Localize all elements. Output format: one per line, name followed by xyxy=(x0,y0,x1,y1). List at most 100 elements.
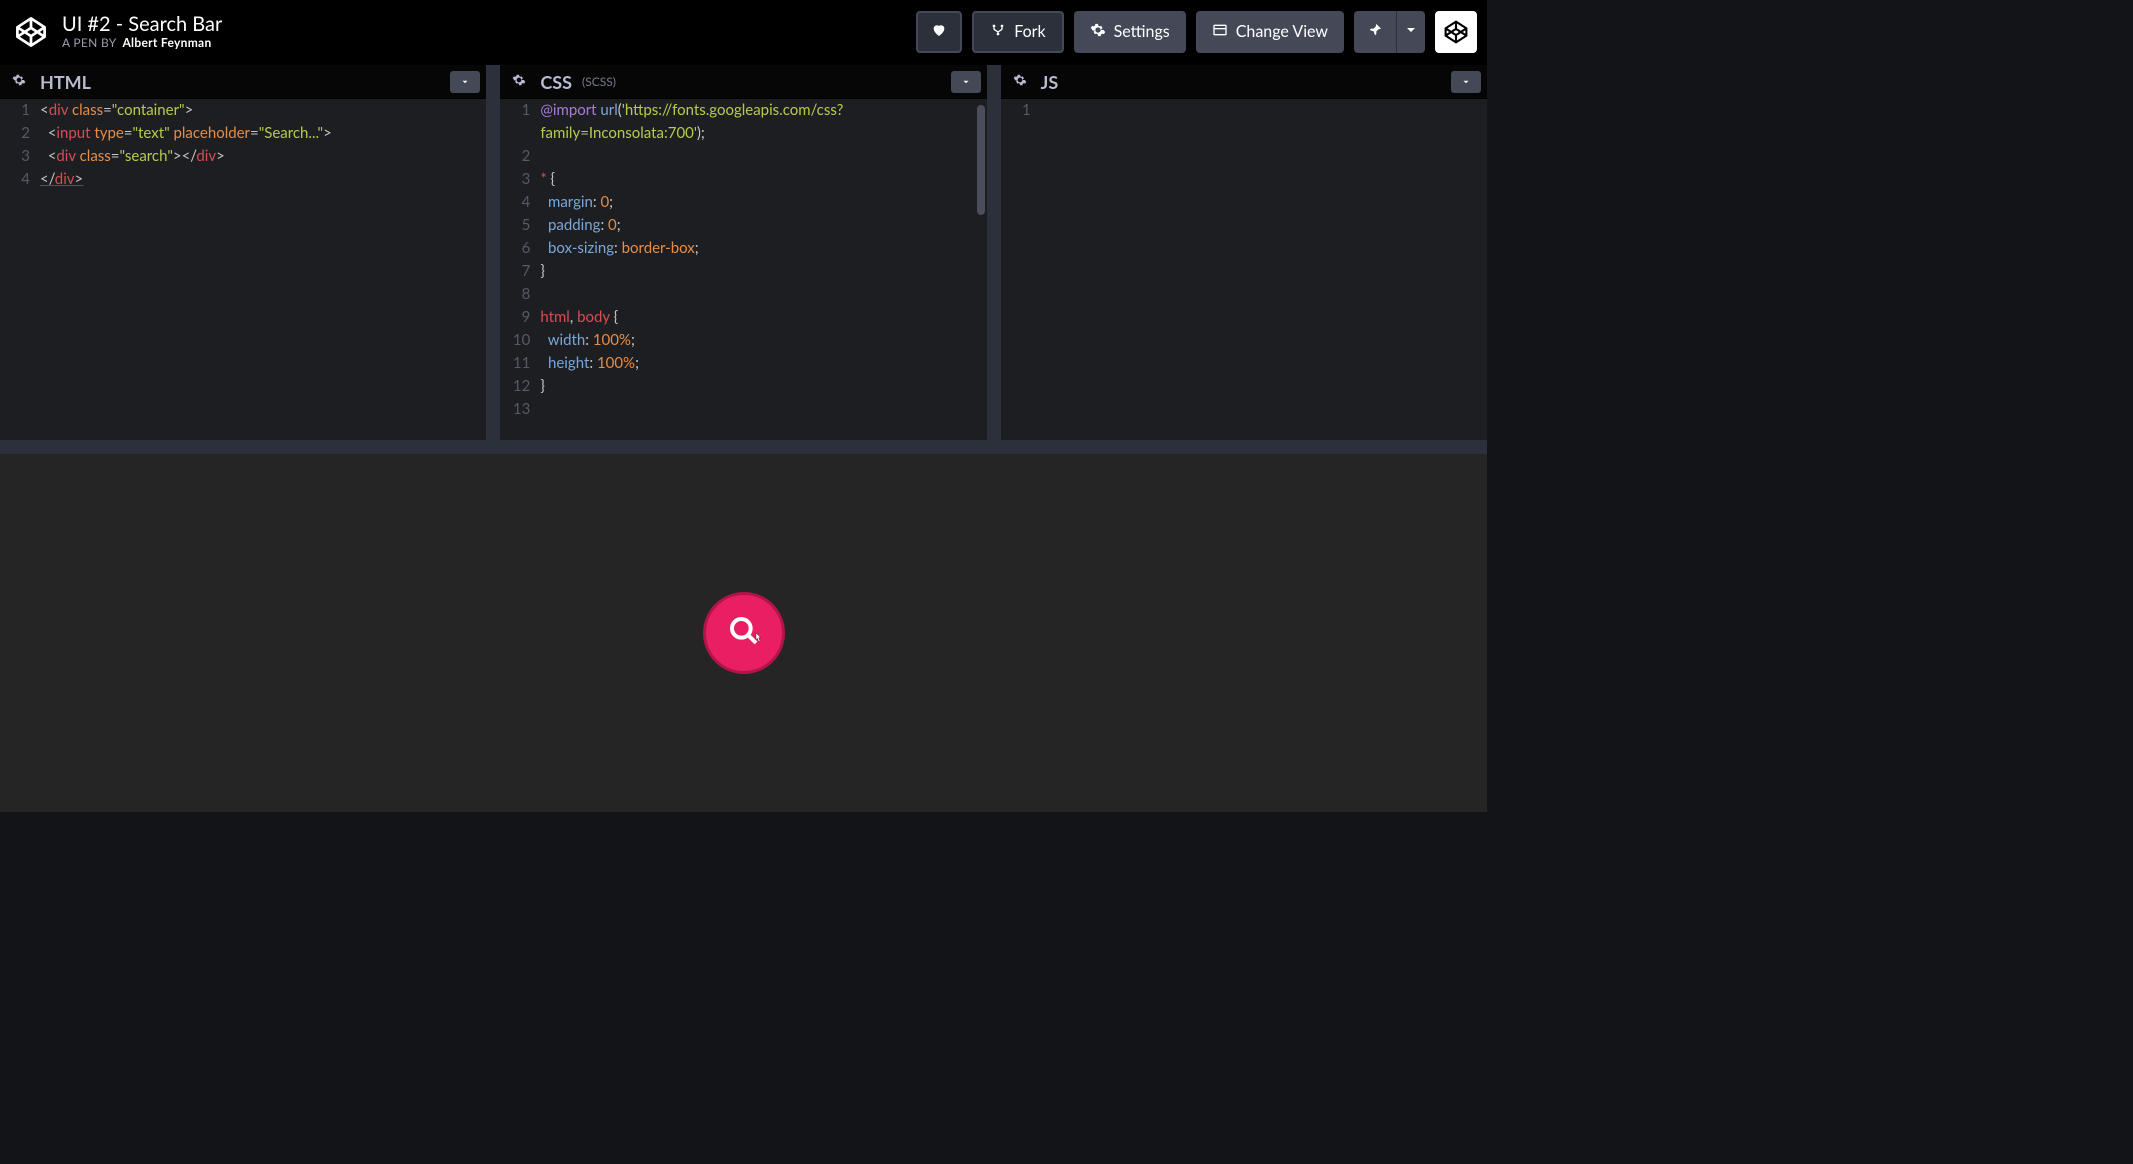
code-line[interactable]: 4 margin: 0; xyxy=(500,191,986,214)
cursor-pointer-icon xyxy=(750,631,766,647)
line-number: 6 xyxy=(500,237,540,260)
line-number xyxy=(500,122,540,145)
gear-icon xyxy=(1013,73,1027,90)
editor-js-title: JS xyxy=(1041,71,1059,93)
editor-html-title: HTML xyxy=(40,71,91,93)
code-line[interactable]: 1@import url('https://fonts.googleapis.c… xyxy=(500,99,986,122)
code-content[interactable]: } xyxy=(540,260,545,283)
line-number: 12 xyxy=(500,375,540,398)
line-number: 9 xyxy=(500,306,540,329)
line-number: 2 xyxy=(500,145,540,168)
code-line[interactable]: 13 xyxy=(500,398,986,421)
editor-css-code[interactable]: 1@import url('https://fonts.googleapis.c… xyxy=(500,99,986,440)
search-button[interactable] xyxy=(703,592,785,674)
editor-css-settings-button[interactable] xyxy=(506,69,532,95)
code-content[interactable]: box-sizing: border-box; xyxy=(540,237,698,260)
code-line[interactable]: 2 xyxy=(500,145,986,168)
code-content[interactable]: * { xyxy=(540,168,555,191)
code-line[interactable]: 12} xyxy=(500,375,986,398)
editor-html-code[interactable]: 1<div class="container">2 <input type="t… xyxy=(0,99,486,440)
editor-css-header: CSS (SCSS) xyxy=(500,65,986,99)
code-content[interactable]: family=Inconsolata:700'); xyxy=(540,122,705,145)
line-number: 4 xyxy=(500,191,540,214)
code-line[interactable]: 1 xyxy=(1001,99,1487,122)
editor-css-dropdown-button[interactable] xyxy=(951,71,981,93)
code-line[interactable]: 11 height: 100%; xyxy=(500,352,986,375)
line-number: 7 xyxy=(500,260,540,283)
code-content[interactable]: @import url('https://fonts.googleapis.co… xyxy=(540,99,843,122)
editor-html-header: HTML xyxy=(0,65,486,99)
code-line[interactable]: 9html, body { xyxy=(500,306,986,329)
code-line[interactable]: 4</div> xyxy=(0,168,486,191)
code-content[interactable]: padding: 0; xyxy=(540,214,620,237)
code-content[interactable]: } xyxy=(540,375,545,398)
profile-avatar[interactable] xyxy=(1435,11,1477,53)
code-content[interactable]: <div class="container"> xyxy=(40,99,193,122)
line-number: 11 xyxy=(500,352,540,375)
change-view-button[interactable]: Change View xyxy=(1196,11,1344,53)
code-content[interactable]: <div class="search"></div> xyxy=(40,145,225,168)
code-line[interactable]: 7} xyxy=(500,260,986,283)
code-content[interactable]: height: 100%; xyxy=(540,352,639,375)
editor-js: JS 1 xyxy=(1001,65,1487,440)
fork-button[interactable]: Fork xyxy=(972,11,1063,53)
editor-html-settings-button[interactable] xyxy=(6,69,32,95)
settings-button[interactable]: Settings xyxy=(1074,11,1186,53)
pen-title-block: UI #2 - Search Bar A PEN BY Albert Feynm… xyxy=(62,13,222,50)
editor-html-dropdown-button[interactable] xyxy=(450,71,480,93)
settings-label: Settings xyxy=(1114,22,1170,41)
editor-css-title: CSS xyxy=(540,71,572,93)
code-line[interactable]: 1<div class="container"> xyxy=(0,99,486,122)
line-number: 4 xyxy=(0,168,40,191)
codepen-logo-icon[interactable] xyxy=(14,15,48,49)
code-line[interactable]: 2 <input type="text" placeholder="Search… xyxy=(0,122,486,145)
line-number: 2 xyxy=(0,122,40,145)
pen-byline: A PEN BY Albert Feynman xyxy=(62,36,222,50)
line-number: 1 xyxy=(500,99,540,122)
pin-dropdown-button[interactable] xyxy=(1396,11,1425,53)
code-line[interactable]: family=Inconsolata:700'); xyxy=(500,122,986,145)
layout-icon xyxy=(1212,22,1228,42)
editor-css: CSS (SCSS) 1@import url('https://fonts.g… xyxy=(500,65,1000,440)
pin-button[interactable] xyxy=(1354,11,1396,53)
like-button[interactable] xyxy=(916,11,962,53)
chevron-down-icon xyxy=(1461,74,1471,90)
code-content[interactable]: width: 100%; xyxy=(540,329,635,352)
code-content[interactable]: <input type="text" placeholder="Search..… xyxy=(40,122,332,145)
code-line[interactable]: 10 width: 100%; xyxy=(500,329,986,352)
fork-label: Fork xyxy=(1014,22,1045,41)
editor-js-header: JS xyxy=(1001,65,1487,99)
code-content[interactable]: margin: 0; xyxy=(540,191,613,214)
line-number: 1 xyxy=(0,99,40,122)
byline-prefix: A PEN BY xyxy=(62,35,116,50)
editor-js-code[interactable]: 1 xyxy=(1001,99,1487,440)
heart-icon xyxy=(931,22,947,42)
code-content[interactable]: </div> xyxy=(40,168,83,191)
preview-pane xyxy=(0,440,1487,812)
code-line[interactable]: 6 box-sizing: border-box; xyxy=(500,237,986,260)
code-line[interactable]: 3* { xyxy=(500,168,986,191)
editor-css-subtitle: (SCSS) xyxy=(582,74,616,89)
code-line[interactable]: 8 xyxy=(500,283,986,306)
code-content[interactable]: html, body { xyxy=(540,306,618,329)
line-number: 10 xyxy=(500,329,540,352)
code-line[interactable]: 3 <div class="search"></div> xyxy=(0,145,486,168)
gear-icon xyxy=(512,73,526,90)
pen-title[interactable]: UI #2 - Search Bar xyxy=(62,13,222,36)
line-number: 5 xyxy=(500,214,540,237)
change-view-label: Change View xyxy=(1236,22,1328,41)
scrollbar-thumb[interactable] xyxy=(977,105,985,215)
editor-html: HTML 1<div class="container">2 <input ty… xyxy=(0,65,500,440)
pen-author[interactable]: Albert Feynman xyxy=(122,35,211,50)
fork-icon xyxy=(990,22,1006,42)
line-number: 1 xyxy=(1001,99,1041,122)
editor-js-settings-button[interactable] xyxy=(1007,69,1033,95)
gear-icon xyxy=(12,73,26,90)
line-number: 8 xyxy=(500,283,540,306)
gear-icon xyxy=(1090,22,1106,42)
header-actions: Fork Settings Change View xyxy=(916,0,1477,63)
code-line[interactable]: 5 padding: 0; xyxy=(500,214,986,237)
line-number: 13 xyxy=(500,398,540,421)
editor-js-dropdown-button[interactable] xyxy=(1451,71,1481,93)
line-number: 3 xyxy=(500,168,540,191)
